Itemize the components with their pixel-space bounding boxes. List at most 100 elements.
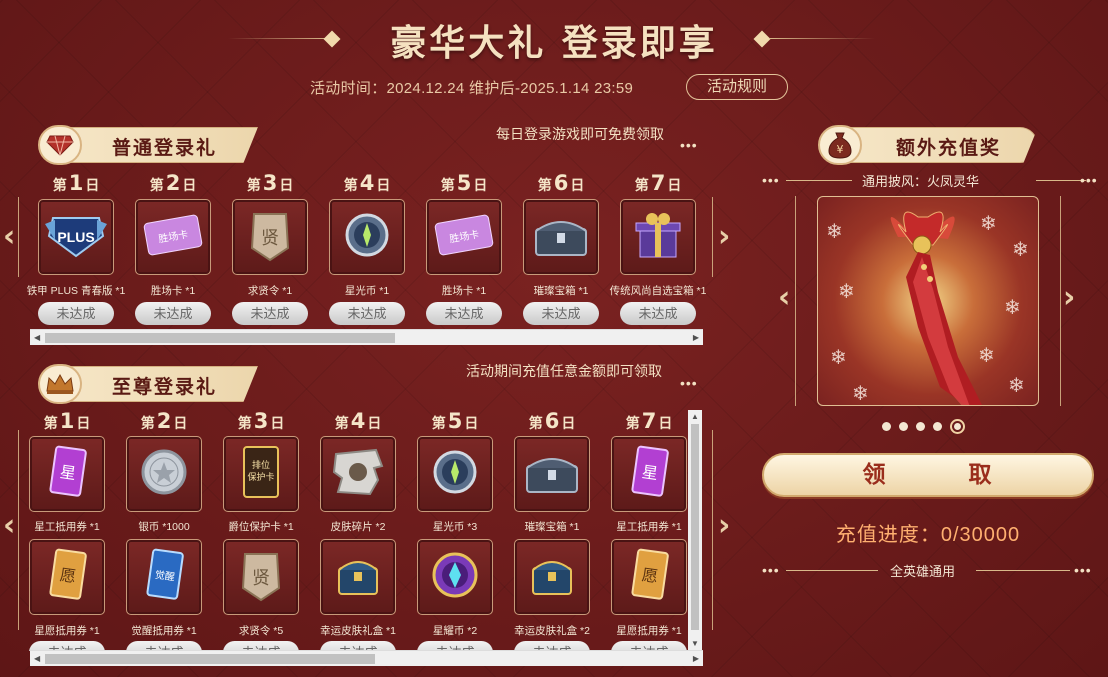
deco-line	[786, 180, 852, 181]
star-coin-icon	[343, 211, 391, 264]
reward-item[interactable]	[320, 436, 396, 512]
reward-item[interactable]	[329, 199, 405, 275]
reward-item[interactable]	[417, 539, 493, 615]
slide-dot[interactable]	[916, 422, 925, 431]
scroll-thumb[interactable]	[691, 424, 699, 630]
svg-text:贤: 贤	[252, 568, 270, 589]
reward-name: 银币 *1000	[138, 521, 190, 533]
reward-item[interactable]: PLUS	[38, 199, 114, 275]
scroll-thumb[interactable]	[45, 333, 395, 343]
status-button[interactable]: 未达成	[232, 302, 308, 325]
reward-name: 幸运皮肤礼盒 *2	[514, 625, 590, 637]
recharge-progress: 充值进度：0/30000	[835, 524, 1021, 546]
lucky-skin-box-icon	[333, 552, 383, 603]
supreme-vscrollbar[interactable]: ▲ ▼	[688, 410, 702, 650]
reward-item[interactable]	[514, 539, 590, 615]
normal-section-desc: 每日登录游戏即可免费领取	[496, 126, 664, 142]
wish-voucher-icon: 愿	[627, 547, 671, 608]
deco-dots: •••	[680, 375, 698, 391]
slide-dot[interactable]	[882, 422, 891, 431]
reward-name: 觉醒抵用券 *1	[131, 625, 197, 637]
svg-text:愿: 愿	[59, 565, 78, 586]
reward-name: 幸运皮肤礼盒 *1	[320, 625, 396, 637]
reward-item[interactable]: 觉醒	[126, 539, 202, 615]
wish-voucher-icon: 愿	[45, 547, 89, 608]
slide-dot[interactable]	[899, 422, 908, 431]
day-label: 第7 日	[634, 171, 682, 195]
reward-name: 璀璨宝箱 *1	[524, 521, 580, 533]
deco-dots: •••	[1074, 562, 1092, 578]
reward-item[interactable]: 贤	[223, 539, 299, 615]
divider	[712, 197, 713, 277]
rules-button[interactable]: 活动规则	[686, 74, 788, 100]
slide-dot[interactable]	[933, 422, 942, 431]
status-button[interactable]: 未达成	[38, 302, 114, 325]
svg-text:贤: 贤	[261, 228, 279, 249]
reward-name: 铁甲 PLUS 青春版 *1	[26, 285, 126, 297]
deco-dots: •••	[762, 172, 780, 188]
status-button[interactable]: 未达成	[426, 302, 502, 325]
star-voucher-icon: 星	[45, 444, 89, 505]
svg-text:排位: 排位	[252, 459, 270, 471]
bonus-next-arrow[interactable]: ›	[1063, 280, 1075, 315]
reward-item[interactable]: 星	[611, 436, 687, 512]
slide-dot[interactable]	[950, 419, 965, 434]
reward-item[interactable]: 贤	[232, 199, 308, 275]
day-label: 第5 日	[440, 171, 488, 195]
normal-section-title: 普通登录礼	[112, 137, 218, 159]
day-label: 第4 日	[343, 171, 391, 195]
bonus-section-title: 额外充值奖	[896, 137, 1002, 159]
silver-coin-icon	[139, 447, 189, 502]
reward-name: 爵位保护卡 *1	[228, 521, 294, 533]
talent-token-icon: 贤	[239, 548, 283, 607]
reward-item[interactable]	[320, 539, 396, 615]
day-label: 第3 日	[237, 409, 285, 433]
supreme-prev-arrow[interactable]: ‹	[3, 508, 15, 543]
reward-name: 皮肤碎片 *2	[330, 521, 386, 533]
reward-item[interactable]: 星	[29, 436, 105, 512]
reward-item[interactable]: 胜场卡	[135, 199, 211, 275]
rank-protect-card-icon: 排位 保护卡	[241, 444, 281, 505]
reward-item[interactable]	[620, 199, 696, 275]
scroll-thumb[interactable]	[45, 654, 375, 664]
svg-text:保护卡: 保护卡	[247, 471, 274, 483]
divider	[18, 430, 19, 630]
reward-item[interactable]	[523, 199, 599, 275]
day-label: 第1 日	[43, 409, 91, 433]
claim-button[interactable]: 领 取	[762, 453, 1094, 497]
divider	[18, 197, 19, 277]
reward-name: 求贤令 *5	[238, 625, 284, 637]
normal-next-arrow[interactable]: ›	[718, 219, 730, 254]
reward-item[interactable]	[126, 436, 202, 512]
gift-box-icon	[632, 209, 684, 266]
reward-name: 星工抵用券 *1	[616, 521, 682, 533]
supreme-next-arrow[interactable]: ›	[718, 508, 730, 543]
divider	[795, 196, 796, 406]
prize-name: 通用披风：火凤灵华	[862, 174, 980, 189]
reward-item[interactable]: 愿	[611, 539, 687, 615]
day-label: 第3 日	[246, 171, 294, 195]
status-button[interactable]: 未达成	[329, 302, 405, 325]
status-button[interactable]: 未达成	[135, 302, 211, 325]
talent-token-icon: 贤	[248, 208, 292, 267]
supreme-hscrollbar[interactable]: ◀ ▶	[30, 650, 703, 666]
reward-item[interactable]: 胜场卡	[426, 199, 502, 275]
status-button[interactable]: 未达成	[523, 302, 599, 325]
slide-indicator	[882, 419, 965, 434]
reward-item[interactable]: 愿	[29, 539, 105, 615]
reward-name: 传统风尚自选宝箱 *1	[609, 285, 707, 297]
normal-prev-arrow[interactable]: ‹	[3, 219, 15, 254]
prize-image-cape: ❄ ❄ ❄ ❄ ❄ ❄ ❄ ❄ ❄	[817, 196, 1039, 406]
supreme-reward-grid: 第1 日 第2 日 第3 日 第4 日 第5 日 第6 日 第7 日星星工抵用券 *1 银币 *1000 排位…	[20, 405, 688, 651]
status-button[interactable]: 未达成	[620, 302, 696, 325]
reward-item[interactable]	[417, 436, 493, 512]
bonus-prev-arrow[interactable]: ‹	[778, 280, 790, 315]
supreme-section-desc: 活动期间充值任意金额即可领取	[466, 363, 662, 379]
normal-hscrollbar[interactable]: ◀ ▶	[30, 329, 703, 345]
reward-item[interactable]: 排位 保护卡	[223, 436, 299, 512]
reward-item[interactable]	[514, 436, 590, 512]
awaken-voucher-icon: 觉醒	[142, 547, 186, 608]
reward-name: 星愿抵用券 *1	[616, 625, 682, 637]
phoenix-cape-icon	[890, 211, 982, 405]
deco-dots: •••	[1080, 172, 1098, 188]
